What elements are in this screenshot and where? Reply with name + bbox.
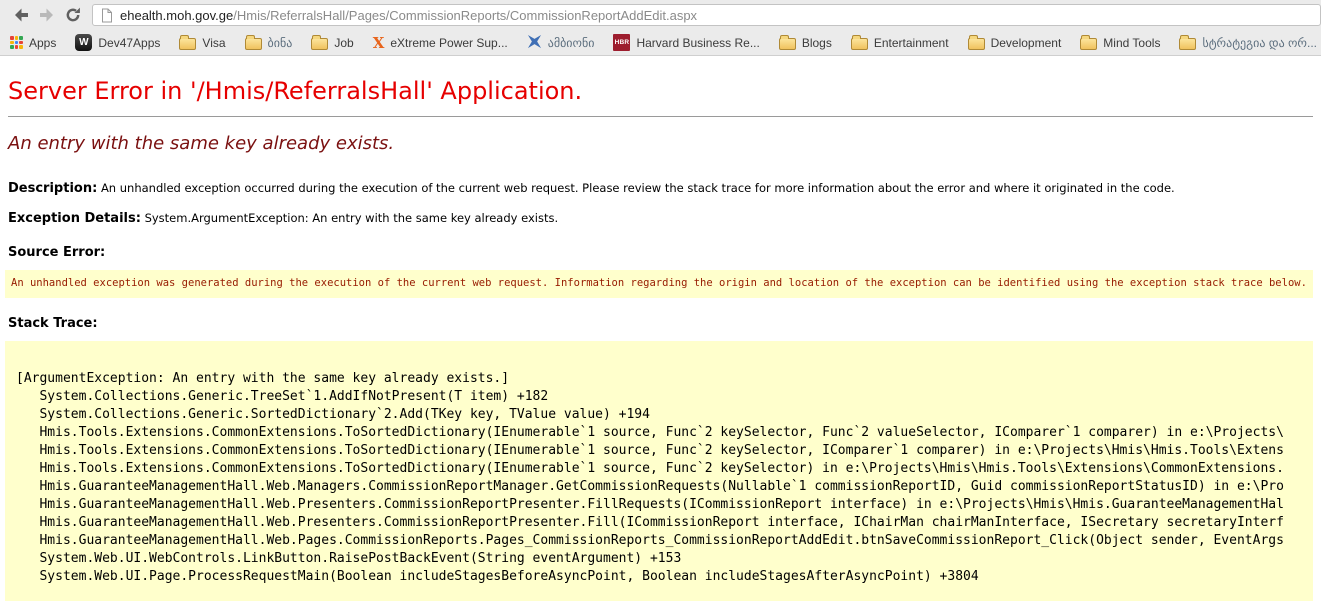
apps-launcher[interactable]: Apps <box>10 36 56 50</box>
reload-button[interactable] <box>60 2 86 28</box>
source-error-box: An unhandled exception was generated dur… <box>5 270 1313 298</box>
folder-icon <box>968 38 985 50</box>
bookmark-label: Mind Tools <box>1103 36 1160 50</box>
bookmark-label: Blogs <box>802 36 832 50</box>
bookmark-folder[interactable]: Visa <box>179 36 225 50</box>
bookmark-item[interactable]: W Dev47Apps <box>75 34 160 51</box>
exception-details-label: Exception Details: <box>8 211 141 226</box>
bookmark-label: Job <box>334 36 353 50</box>
folder-icon <box>851 38 868 50</box>
folder-icon <box>1179 38 1196 50</box>
description-row: Description: An unhandled exception occu… <box>8 181 1313 196</box>
forward-button[interactable] <box>34 2 60 28</box>
extreme-power-icon: X <box>373 35 385 51</box>
folder-icon <box>179 38 196 50</box>
bookmark-label: სტრატეგია და ორ... <box>1202 36 1317 50</box>
bookmark-label: Dev47Apps <box>98 36 160 50</box>
stack-trace-heading: Stack Trace: <box>8 312 1313 331</box>
description-label: Description: <box>8 181 97 196</box>
bookmark-item[interactable]: HBR Harvard Business Re... <box>613 34 759 51</box>
bookmark-label: Harvard Business Re... <box>636 36 759 50</box>
description-text: An unhandled exception occurred during t… <box>101 181 1175 195</box>
divider <box>8 116 1313 117</box>
bookmark-label: Entertainment <box>874 36 949 50</box>
error-subtitle: An entry with the same key already exist… <box>8 133 1313 154</box>
bookmark-folder[interactable]: Mind Tools <box>1080 36 1160 50</box>
url-path: /Hmis/ReferralsHall/Pages/CommissionRepo… <box>233 8 697 23</box>
page-icon <box>101 8 113 23</box>
page-title: Server Error in '/Hmis/ReferralsHall' Ap… <box>8 77 1313 105</box>
folder-icon <box>311 38 328 50</box>
bookmark-folder[interactable]: ბინა <box>245 36 293 50</box>
folder-icon <box>245 38 262 50</box>
bookmark-folder[interactable]: Blogs <box>779 36 832 50</box>
bookmark-label: ბინა <box>268 36 293 50</box>
hbr-icon: HBR <box>613 34 630 51</box>
error-page: Server Error in '/Hmis/ReferralsHall' Ap… <box>0 77 1321 615</box>
bookmark-label: ამბიონი <box>548 36 595 50</box>
stack-trace-pre: [ArgumentException: An entry with the sa… <box>5 341 1313 601</box>
exception-details-row: Exception Details: System.ArgumentExcept… <box>8 211 1313 226</box>
address-bar[interactable]: ehealth.moh.gov.ge/Hmis/ReferralsHall/Pa… <box>92 4 1321 26</box>
url-text: ehealth.moh.gov.ge/Hmis/ReferralsHall/Pa… <box>120 8 697 23</box>
bookmark-label: Visa <box>202 36 225 50</box>
bookmark-folder[interactable]: Job <box>311 36 353 50</box>
bookmark-item[interactable]: XeXtreme Power Sup... <box>373 35 508 51</box>
bookmark-folder[interactable]: სტრატეგია და ორ... <box>1179 36 1317 50</box>
bookmark-folder[interactable]: Entertainment <box>851 36 949 50</box>
back-icon <box>12 6 30 24</box>
folder-icon <box>1080 38 1097 50</box>
bookmarks-bar: Apps W Dev47Apps Visa ბინა Job XeXtreme Power… <box>0 30 1321 56</box>
bookmark-item[interactable]: ამბიონი <box>527 34 595 52</box>
exception-details-text: System.ArgumentException: An entry with … <box>145 211 559 225</box>
back-button[interactable] <box>8 2 34 28</box>
apps-label: Apps <box>29 36 56 50</box>
url-domain: ehealth.moh.gov.ge <box>120 8 233 23</box>
bookmark-label: eXtreme Power Sup... <box>390 36 507 50</box>
bookmark-label: Development <box>991 36 1062 50</box>
forward-icon <box>38 6 56 24</box>
folder-icon <box>779 38 796 50</box>
ambioni-cross-icon <box>527 34 542 52</box>
browser-toolbar: ehealth.moh.gov.ge/Hmis/ReferralsHall/Pa… <box>0 0 1321 30</box>
apps-grid-icon <box>10 36 23 49</box>
bookmark-folder[interactable]: Development <box>968 36 1062 50</box>
dev47apps-icon: W <box>75 34 92 51</box>
source-error-heading: Source Error: <box>8 241 1313 260</box>
reload-icon <box>64 6 82 24</box>
